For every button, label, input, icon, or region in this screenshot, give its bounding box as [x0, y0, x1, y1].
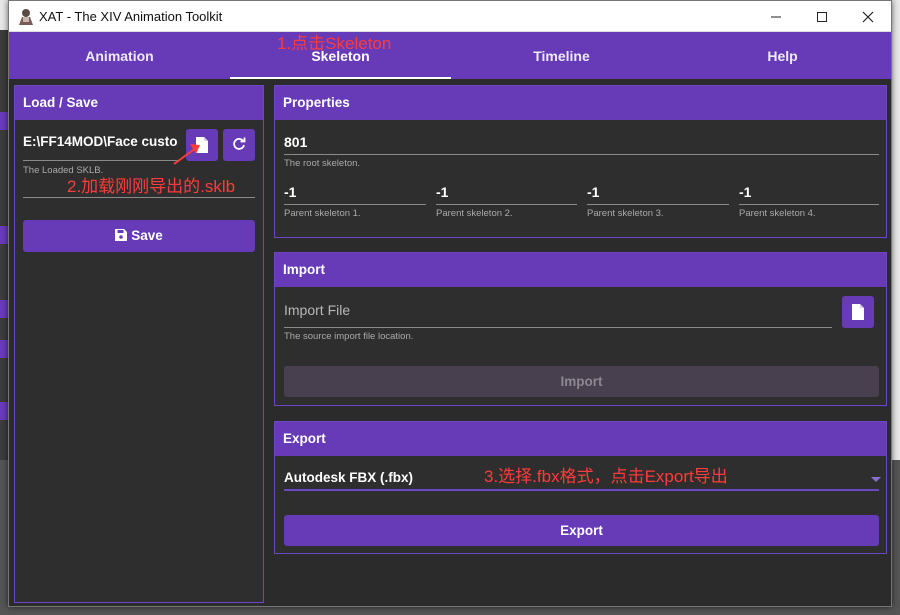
import-button[interactable]: Import	[284, 366, 879, 397]
close-icon	[862, 11, 874, 23]
tab-animation[interactable]: Animation	[9, 32, 230, 79]
save-button[interactable]: Save	[23, 220, 255, 252]
step3-annotation: 3.选择.fbx格式，点击Export导出	[484, 467, 728, 486]
export-underline	[284, 489, 879, 491]
import-file-field[interactable]: Import File	[284, 302, 350, 318]
parent-2-hint: Parent skeleton 2.	[436, 208, 513, 219]
parent-2-underline	[436, 204, 577, 205]
import-header: Import	[275, 253, 886, 287]
refresh-icon	[233, 137, 246, 150]
divider	[23, 197, 255, 198]
app-window: XAT - The XIV Animation Toolkit Animatio…	[8, 0, 892, 607]
active-tab-indicator	[230, 77, 451, 79]
step2-arrow	[173, 144, 200, 165]
parent-skeleton-3-field[interactable]: -1	[587, 184, 599, 200]
sklb-path-field[interactable]: E:\FF14MOD\Face custo	[23, 134, 179, 149]
parent-1-underline	[284, 204, 426, 205]
import-file-hint: The source import file location.	[284, 331, 414, 342]
dropdown-arrow-icon	[871, 477, 881, 482]
background-strip	[0, 226, 8, 244]
parent-1-hint: Parent skeleton 1.	[284, 208, 361, 219]
minimize-button[interactable]	[753, 1, 799, 32]
import-panel: Import Import File The source import fil…	[274, 252, 887, 406]
tab-timeline[interactable]: Timeline	[451, 32, 672, 79]
export-button[interactable]: Export	[284, 515, 879, 546]
step1-annotation: 1.点击Skeleton	[277, 34, 392, 53]
close-button[interactable]	[845, 1, 891, 32]
root-hint: The root skeleton.	[284, 158, 361, 169]
path-underline	[23, 160, 179, 161]
root-underline	[284, 154, 879, 155]
save-icon	[115, 229, 128, 241]
save-label: Save	[131, 228, 163, 243]
properties-header: Properties	[275, 86, 886, 120]
maximize-button[interactable]	[799, 1, 845, 32]
parent-3-underline	[587, 204, 729, 205]
export-header: Export	[275, 422, 886, 456]
parent-4-underline	[739, 204, 879, 205]
export-format-select[interactable]: Autodesk FBX (.fbx)	[284, 470, 413, 485]
load-save-panel: Load / Save E:\FF14MOD\Face custo The Lo…	[14, 85, 264, 603]
reload-button[interactable]	[223, 129, 255, 161]
root-skeleton-field[interactable]: 801	[284, 134, 307, 150]
properties-panel: Properties 801 The root skeleton. -1 Par…	[274, 85, 887, 238]
step2-annotation: 2.加载刚刚导出的.sklb	[67, 177, 236, 196]
browse-import-button[interactable]	[842, 296, 874, 328]
background-strip	[0, 112, 8, 130]
tab-bar: Animation Skeleton Timeline Help	[9, 32, 891, 79]
background-strip	[0, 340, 8, 358]
window-title: XAT - The XIV Animation Toolkit	[39, 9, 223, 24]
parent-skeleton-1-field[interactable]: -1	[284, 184, 296, 200]
file-icon	[852, 304, 864, 320]
tab-help[interactable]: Help	[672, 32, 893, 79]
background-strip	[0, 402, 8, 420]
background-panel	[0, 30, 8, 460]
minimize-icon	[771, 16, 781, 18]
title-bar[interactable]: XAT - The XIV Animation Toolkit	[9, 1, 891, 32]
load-save-header: Load / Save	[15, 86, 263, 120]
parent-4-hint: Parent skeleton 4.	[739, 208, 816, 219]
app-logo-icon	[19, 9, 33, 25]
parent-skeleton-4-field[interactable]: -1	[739, 184, 751, 200]
parent-skeleton-2-field[interactable]: -1	[436, 184, 448, 200]
background-strip	[0, 300, 8, 318]
import-underline	[284, 327, 832, 328]
parent-3-hint: Parent skeleton 3.	[587, 208, 664, 219]
maximize-icon	[817, 12, 827, 22]
export-panel: Export Autodesk FBX (.fbx) Export	[274, 421, 887, 554]
